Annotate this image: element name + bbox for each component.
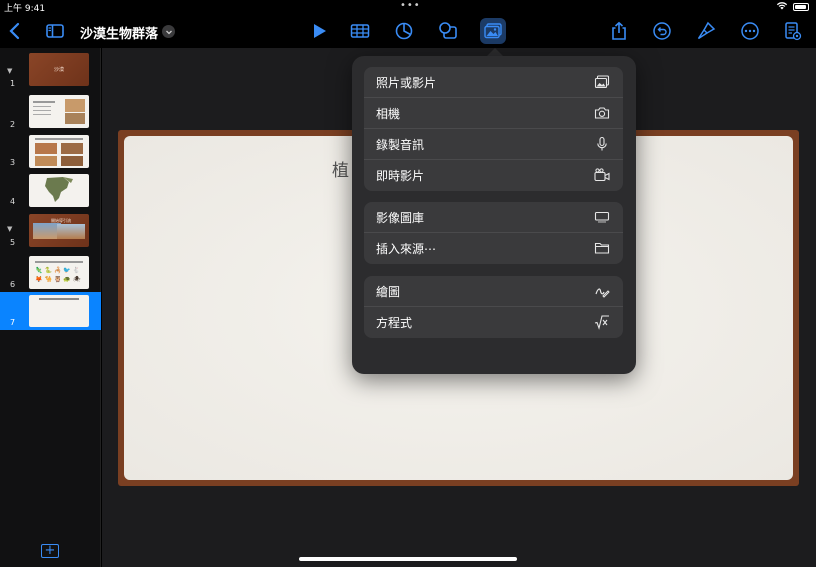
- slide-thumbnail[interactable]: [29, 295, 89, 327]
- slide-thumbnail-row[interactable]: 6 🦎🐍🦂🐦🐇 🦊🐪🦉🐢🕷: [0, 253, 101, 291]
- menu-item-camera[interactable]: 相機: [364, 98, 623, 129]
- menu-item-equation[interactable]: 方程式: [364, 307, 623, 338]
- drawing-icon: [593, 283, 611, 299]
- menu-item-photo-or-video[interactable]: 照片或影片: [364, 67, 623, 98]
- slide-number: 6: [10, 280, 16, 289]
- undo-icon[interactable]: [651, 20, 673, 42]
- slide-thumbnail[interactable]: 沙漠: [29, 53, 89, 86]
- slide-title[interactable]: 植: [332, 156, 349, 181]
- slide-thumbnail-row[interactable]: 4: [0, 171, 101, 209]
- toolbar: 沙漠生物群落: [0, 14, 816, 48]
- slide-thumbnail-row-selected[interactable]: 7: [0, 292, 101, 330]
- format-brush-icon[interactable]: [695, 20, 717, 42]
- menu-item-image-gallery[interactable]: 影像圖庫: [364, 202, 623, 233]
- slide-thumbnail[interactable]: [29, 135, 89, 168]
- media-icon[interactable]: [482, 20, 504, 42]
- document-title[interactable]: 沙漠生物群落: [80, 23, 158, 42]
- menu-item-drawing[interactable]: 繪圖: [364, 276, 623, 307]
- slide-thumbnail[interactable]: 開始導引流: [29, 214, 89, 247]
- folder-icon: [593, 240, 611, 256]
- slide-number: 1: [10, 79, 16, 88]
- battery-icon: [793, 3, 809, 11]
- photo-icon: [593, 74, 611, 90]
- slide-number: 2: [10, 120, 16, 129]
- slide-number: 7: [10, 318, 16, 327]
- more-icon[interactable]: [739, 20, 761, 42]
- share-icon[interactable]: [608, 20, 630, 42]
- status-bar: 上午 9:41 •••: [0, 0, 816, 14]
- menu-group-media: 照片或影片 相機 錄製音訊 即時影片: [364, 67, 623, 191]
- equation-icon: [593, 314, 611, 330]
- disclosure-triangle-icon[interactable]: ▼: [7, 225, 12, 233]
- camera-icon: [593, 105, 611, 121]
- menu-item-insert-from[interactable]: 插入來源⋯: [364, 233, 623, 264]
- sidebar-icon[interactable]: [44, 20, 66, 42]
- slide-thumbnail-title: 沙漠: [53, 67, 64, 73]
- shape-icon[interactable]: [437, 20, 459, 42]
- disclosure-triangle-icon[interactable]: ▼: [7, 67, 12, 75]
- slide-thumbnail-row[interactable]: ▼ 1 沙漠: [0, 50, 101, 90]
- slide-thumbnail[interactable]: [29, 95, 89, 128]
- slide-thumbnail[interactable]: 🦎🐍🦂🐦🐇 🦊🐪🦉🐢🕷: [29, 256, 89, 289]
- slide-thumbnail-row[interactable]: ▼ 5 開始導引流: [0, 211, 101, 251]
- menu-item-live-video[interactable]: 即時影片: [364, 160, 623, 191]
- image-gallery-icon: [593, 209, 611, 225]
- slide-thumbnail-row[interactable]: 3: [0, 132, 101, 170]
- add-slide-button[interactable]: +: [41, 544, 59, 558]
- menu-group-gallery: 影像圖庫 插入來源⋯: [364, 202, 623, 264]
- slide-number: 4: [10, 197, 16, 206]
- document-icon[interactable]: [781, 20, 803, 42]
- back-icon[interactable]: [4, 20, 26, 42]
- play-icon[interactable]: [308, 20, 330, 42]
- chart-icon[interactable]: [393, 20, 415, 42]
- menu-item-record-audio[interactable]: 錄製音訊: [364, 129, 623, 160]
- slide-number: 5: [10, 238, 16, 247]
- microphone-icon: [593, 136, 611, 152]
- live-video-icon: [593, 167, 611, 183]
- menu-group-drawing: 繪圖 方程式: [364, 276, 623, 338]
- home-indicator[interactable]: [299, 557, 517, 561]
- table-icon[interactable]: [349, 20, 371, 42]
- multitasking-dots[interactable]: •••: [400, 0, 421, 11]
- slide-thumbnail[interactable]: [29, 174, 89, 207]
- chevron-down-icon[interactable]: [162, 25, 175, 38]
- slide-number: 3: [10, 158, 16, 167]
- slide-thumbnail-title: 開始導引流: [51, 218, 71, 223]
- slide-thumbnail-row[interactable]: 2: [0, 92, 101, 130]
- wifi-icon: [776, 1, 788, 13]
- status-time: 上午 9:41: [4, 4, 46, 14]
